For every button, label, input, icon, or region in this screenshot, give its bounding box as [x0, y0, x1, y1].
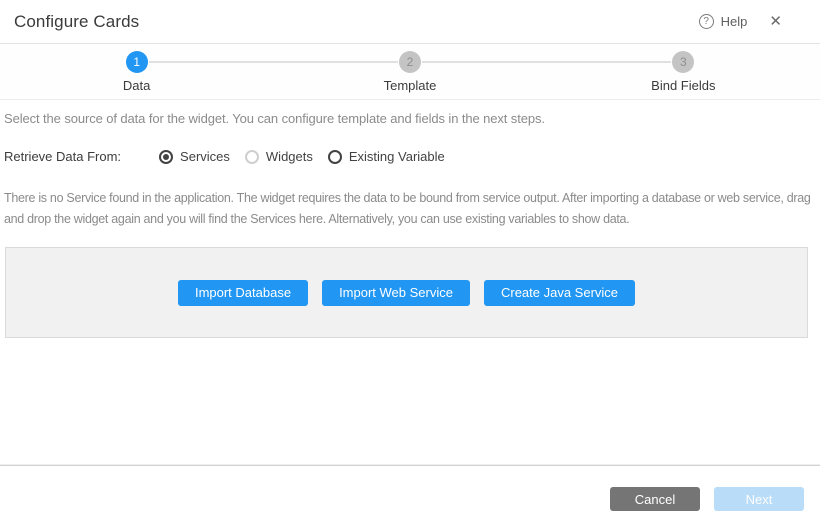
step-label: Bind Fields — [623, 78, 743, 93]
next-button[interactable]: Next — [714, 487, 804, 511]
step-number-badge: 1 — [126, 51, 148, 73]
cancel-button[interactable]: Cancel — [610, 487, 700, 511]
radio-unselected-icon — [245, 150, 259, 164]
stepper-step-template[interactable]: 2 Template — [350, 51, 470, 93]
header-actions: ? Help ✕ — [699, 14, 782, 29]
page-title: Configure Cards — [14, 12, 139, 32]
configure-cards-dialog: Configure Cards ? Help ✕ 1 Data 2 Templa… — [0, 0, 820, 524]
radio-selected-icon — [159, 150, 173, 164]
radio-existing-variable[interactable]: Existing Variable — [328, 149, 445, 164]
help-label: Help — [721, 14, 748, 29]
stepper-step-data[interactable]: 1 Data — [77, 51, 197, 93]
step-description-text: Select the source of data for the widget… — [4, 111, 816, 126]
create-java-service-button[interactable]: Create Java Service — [484, 280, 635, 306]
service-actions-panel: Import Database Import Web Service Creat… — [5, 247, 808, 338]
radio-services[interactable]: Services — [159, 149, 230, 164]
radio-label: Existing Variable — [349, 149, 445, 164]
help-icon: ? — [699, 14, 714, 29]
step-label: Data — [77, 78, 197, 93]
retrieve-data-label: Retrieve Data From: — [4, 149, 121, 164]
import-web-service-button[interactable]: Import Web Service — [322, 280, 470, 306]
stepper-step-bind-fields[interactable]: 3 Bind Fields — [623, 51, 743, 93]
wizard-stepper: 1 Data 2 Template 3 Bind Fields — [0, 44, 820, 100]
close-icon[interactable]: ✕ — [769, 14, 782, 29]
help-icon-glyph: ? — [703, 16, 709, 27]
dialog-header: Configure Cards ? Help ✕ — [0, 0, 820, 44]
import-database-button[interactable]: Import Database — [178, 280, 308, 306]
help-button[interactable]: ? Help — [699, 14, 748, 29]
retrieve-data-row: Retrieve Data From: Services Widgets Exi… — [4, 149, 816, 164]
radio-label: Widgets — [266, 149, 313, 164]
step-label: Template — [350, 78, 470, 93]
step-number-badge: 3 — [672, 51, 694, 73]
radio-unselected-icon — [328, 150, 342, 164]
radio-widgets[interactable]: Widgets — [245, 149, 313, 164]
radio-label: Services — [180, 149, 230, 164]
step-number-badge: 2 — [399, 51, 421, 73]
no-service-info-text: There is no Service found in the applica… — [4, 188, 818, 230]
dialog-footer: Cancel Next — [0, 465, 820, 524]
